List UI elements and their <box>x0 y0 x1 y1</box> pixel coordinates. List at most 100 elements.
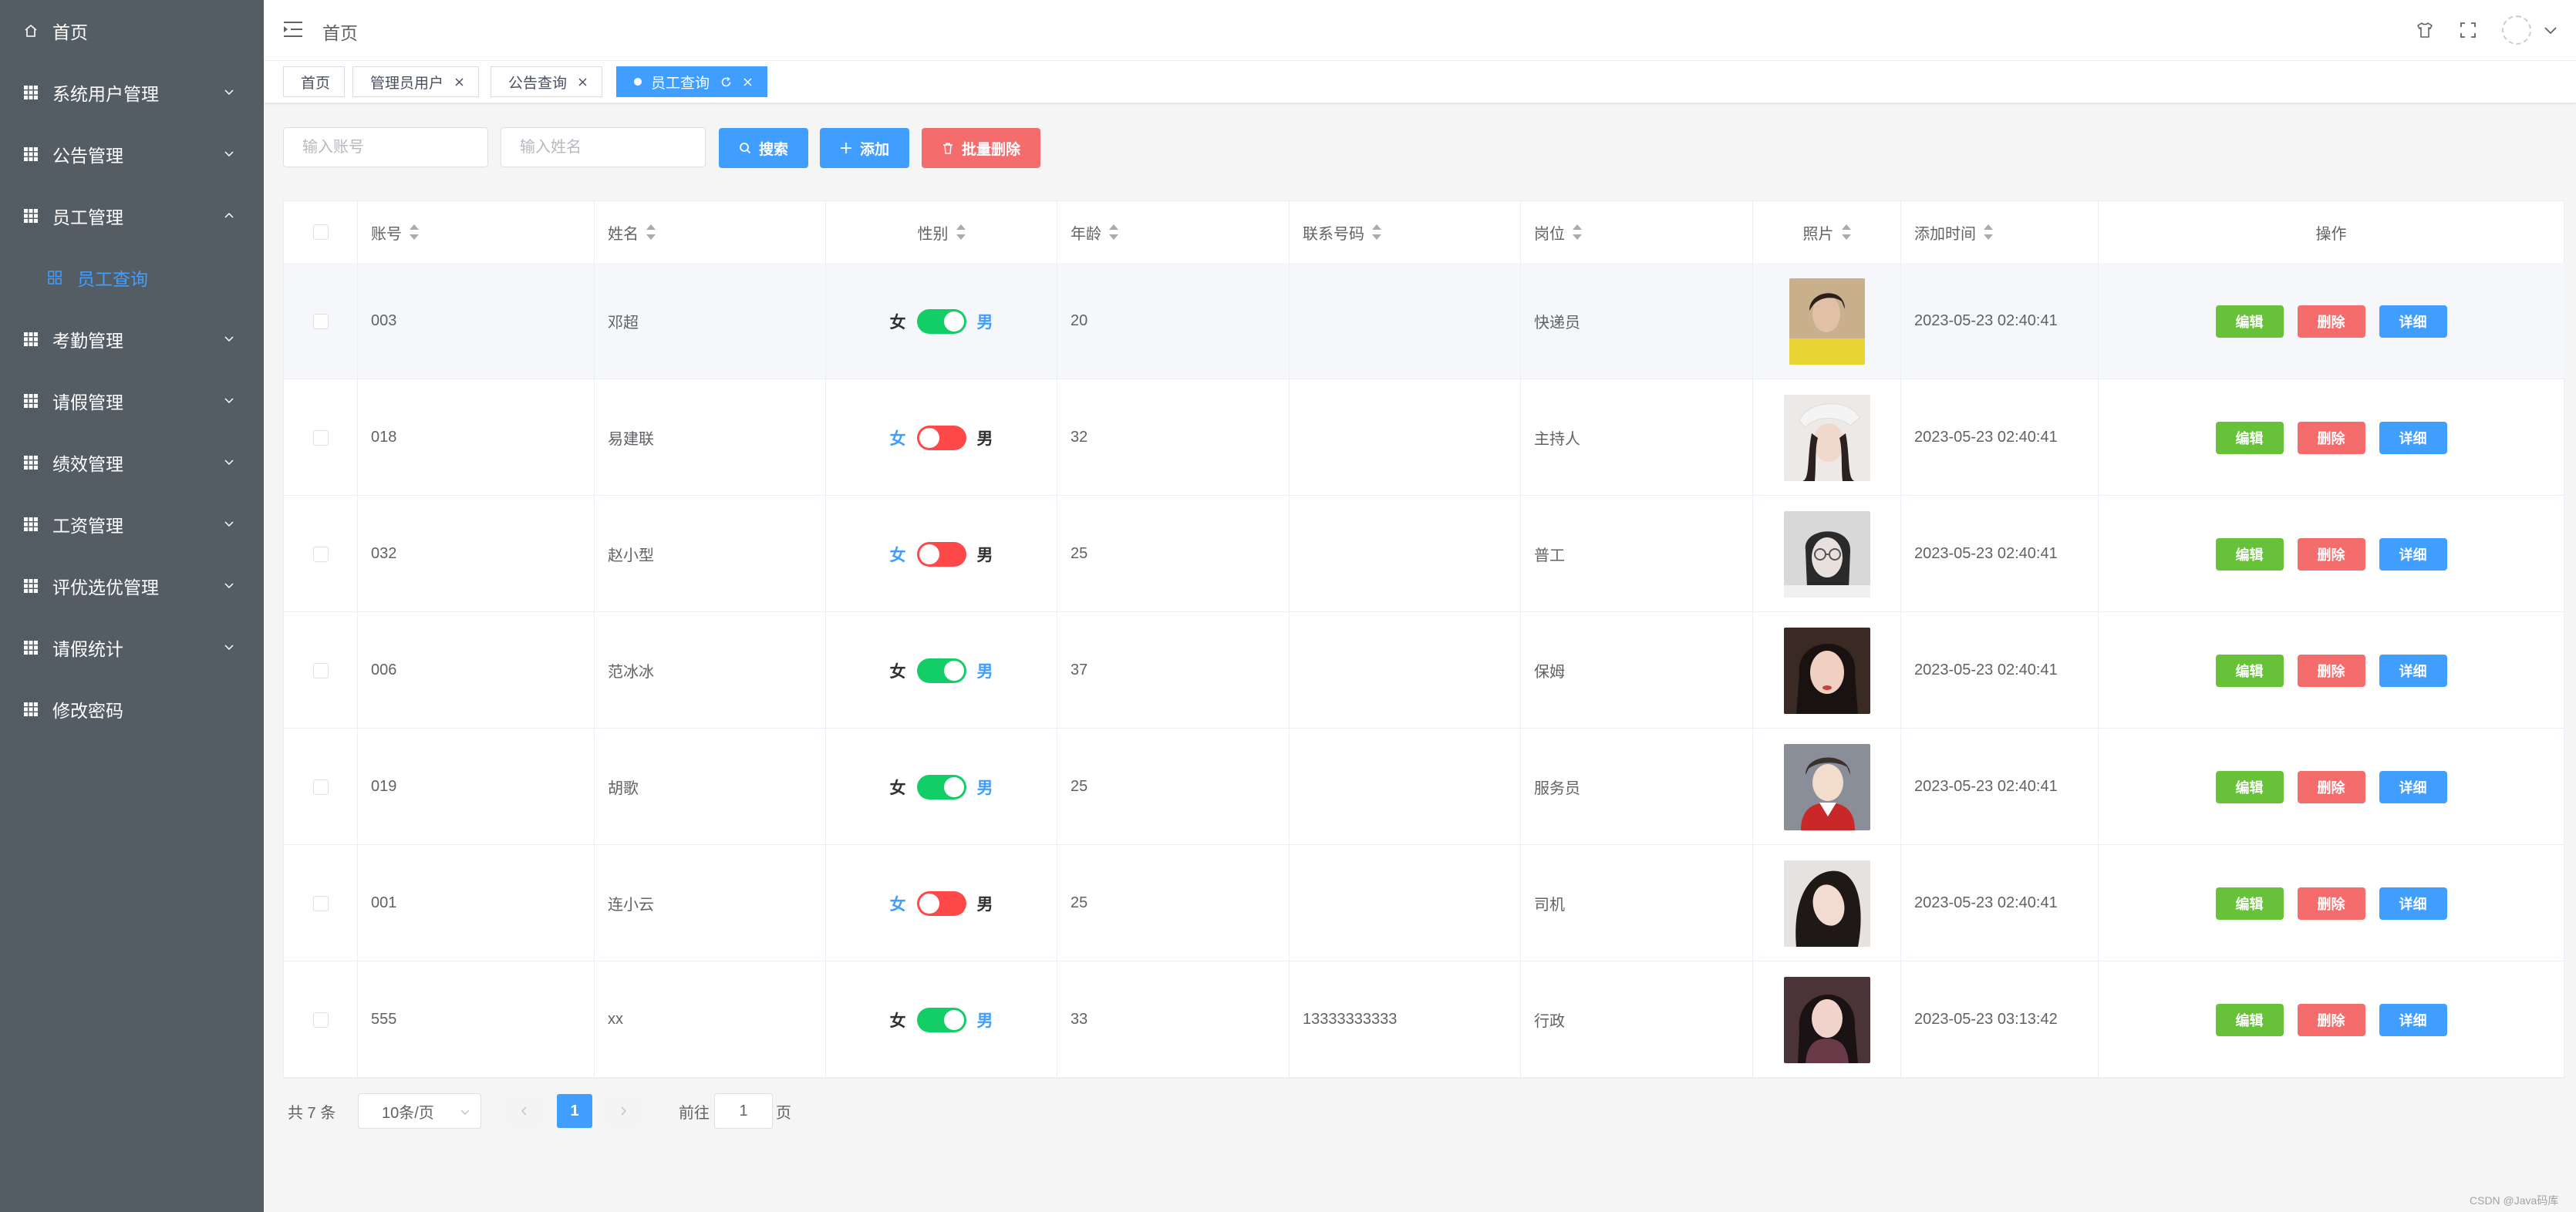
edit-button[interactable]: 编辑 <box>2215 1003 2284 1036</box>
edit-button[interactable]: 编辑 <box>2215 887 2284 920</box>
sidebar-item-leave[interactable]: 请假管理 <box>0 370 264 432</box>
column-header-photo[interactable]: 照片 <box>1753 201 1901 263</box>
column-header-name[interactable]: 姓名 <box>595 201 826 263</box>
sort-icon[interactable] <box>956 224 966 240</box>
employee-photo[interactable] <box>1783 627 1870 714</box>
sidebar-item-attendance[interactable]: 考勤管理 <box>0 308 264 370</box>
edit-button[interactable]: 编辑 <box>2215 305 2284 338</box>
delete-button[interactable]: 删除 <box>2297 537 2365 571</box>
employee-photo[interactable] <box>1789 278 1865 365</box>
male-label[interactable]: 男 <box>977 1008 993 1032</box>
sort-icon[interactable] <box>1984 224 1993 240</box>
gender-switch[interactable] <box>916 308 966 334</box>
table-row[interactable]: 003 邓超 女 男 20 快递员 2023-05-23 02:40:41 编辑… <box>284 263 2565 379</box>
employee-photo[interactable] <box>1783 743 1870 830</box>
male-label[interactable]: 男 <box>977 543 993 566</box>
employee-photo[interactable] <box>1783 860 1870 947</box>
column-header-account[interactable]: 账号 <box>358 201 595 263</box>
sidebar-item-system-users[interactable]: 系统用户管理 <box>0 62 264 123</box>
account-search-input[interactable] <box>283 127 488 167</box>
delete-button[interactable]: 删除 <box>2297 305 2365 338</box>
employee-photo[interactable] <box>1783 510 1870 598</box>
select-all-checkbox[interactable] <box>312 224 329 240</box>
edit-button[interactable]: 编辑 <box>2215 770 2284 803</box>
row-checkbox[interactable] <box>312 429 329 446</box>
gender-switch[interactable] <box>916 541 966 567</box>
search-button[interactable]: 搜索 <box>719 128 808 168</box>
table-row[interactable]: 018 易建联 女 男 32 主持人 2023-05-23 02:40:41 编… <box>284 379 2565 496</box>
menu-fold-icon[interactable] <box>284 21 302 38</box>
row-checkbox[interactable] <box>312 546 329 562</box>
table-row[interactable]: 032 赵小型 女 男 25 普工 2023-05-23 02:40:41 编辑… <box>284 496 2565 612</box>
gender-switch[interactable] <box>916 658 966 683</box>
sidebar-item-employee[interactable]: 员工管理 <box>0 185 264 247</box>
male-label[interactable]: 男 <box>977 892 993 915</box>
column-header-age[interactable]: 年龄 <box>1057 201 1290 263</box>
female-label[interactable]: 女 <box>890 892 906 915</box>
close-icon[interactable] <box>743 77 753 87</box>
sort-icon[interactable] <box>1109 224 1118 240</box>
page-size-select[interactable]: 10条/页 <box>358 1093 481 1129</box>
detail-button[interactable]: 详细 <box>2379 770 2447 803</box>
row-checkbox[interactable] <box>312 895 329 911</box>
sidebar-item-home[interactable]: 首页 <box>0 0 264 62</box>
detail-button[interactable]: 详细 <box>2379 654 2447 687</box>
edit-button[interactable]: 编辑 <box>2215 537 2284 571</box>
avatar[interactable] <box>2502 15 2531 45</box>
gender-switch[interactable] <box>916 774 966 800</box>
row-checkbox[interactable] <box>312 662 329 678</box>
page-number-current[interactable]: 1 <box>557 1094 592 1128</box>
row-checkbox[interactable] <box>312 1012 329 1028</box>
sidebar-item-notice[interactable]: 公告管理 <box>0 123 264 185</box>
sidebar-item-leave-stats[interactable]: 请假统计 <box>0 617 264 678</box>
close-icon[interactable] <box>578 77 588 87</box>
detail-button[interactable]: 详细 <box>2379 421 2447 454</box>
row-checkbox[interactable] <box>312 313 329 329</box>
female-label[interactable]: 女 <box>890 659 906 682</box>
tag-employee-query[interactable]: 员工查询 <box>616 66 768 97</box>
close-icon[interactable] <box>454 77 464 87</box>
table-row[interactable]: 555 xx 女 男 33 13333333333 行政 2023-05-23 … <box>284 961 2565 1078</box>
delete-button[interactable]: 删除 <box>2297 1003 2365 1036</box>
detail-button[interactable]: 详细 <box>2379 305 2447 338</box>
sidebar-item-salary[interactable]: 工资管理 <box>0 493 264 555</box>
tshirt-icon[interactable] <box>2416 21 2434 39</box>
employee-photo[interactable] <box>1783 394 1870 481</box>
employee-photo[interactable] <box>1783 976 1870 1063</box>
name-search-input[interactable] <box>501 127 706 167</box>
batch-delete-button[interactable]: 批量删除 <box>922 128 1040 168</box>
male-label[interactable]: 男 <box>977 426 993 449</box>
column-header-time[interactable]: 添加时间 <box>1901 201 2099 263</box>
delete-button[interactable]: 删除 <box>2297 887 2365 920</box>
goto-page-input[interactable] <box>714 1093 773 1129</box>
tag-home[interactable]: 首页 <box>283 66 346 97</box>
tag-notice-query[interactable]: 公告查询 <box>491 66 603 97</box>
delete-button[interactable]: 删除 <box>2297 421 2365 454</box>
row-checkbox[interactable] <box>312 779 329 795</box>
table-row[interactable]: 001 连小云 女 男 25 司机 2023-05-23 02:40:41 编辑… <box>284 845 2565 961</box>
table-row[interactable]: 006 范冰冰 女 男 37 保姆 2023-05-23 02:40:41 编辑… <box>284 612 2565 729</box>
next-page-button[interactable] <box>605 1094 641 1128</box>
sort-icon[interactable] <box>410 224 419 240</box>
female-label[interactable]: 女 <box>890 426 906 449</box>
gender-switch[interactable] <box>916 890 966 916</box>
male-label[interactable]: 男 <box>977 776 993 799</box>
sort-icon[interactable] <box>1573 224 1582 240</box>
delete-button[interactable]: 删除 <box>2297 654 2365 687</box>
add-button[interactable]: 添加 <box>820 128 909 168</box>
fullscreen-icon[interactable] <box>2459 21 2477 39</box>
edit-button[interactable]: 编辑 <box>2215 654 2284 687</box>
refresh-icon[interactable] <box>720 76 732 88</box>
delete-button[interactable]: 删除 <box>2297 770 2365 803</box>
detail-button[interactable]: 详细 <box>2379 887 2447 920</box>
prev-page-button[interactable] <box>507 1094 542 1128</box>
table-row[interactable]: 019 胡歌 女 男 25 服务员 2023-05-23 02:40:41 编辑… <box>284 729 2565 845</box>
breadcrumb[interactable]: 首页 <box>322 19 358 45</box>
sidebar-item-employee-query[interactable]: 员工查询 <box>0 247 264 308</box>
female-label[interactable]: 女 <box>890 543 906 566</box>
gender-switch[interactable] <box>916 425 966 450</box>
chevron-down-icon[interactable] <box>2544 23 2557 37</box>
sidebar-item-performance[interactable]: 绩效管理 <box>0 432 264 493</box>
female-label[interactable]: 女 <box>890 776 906 799</box>
column-header-gender[interactable]: 性别 <box>826 201 1057 263</box>
